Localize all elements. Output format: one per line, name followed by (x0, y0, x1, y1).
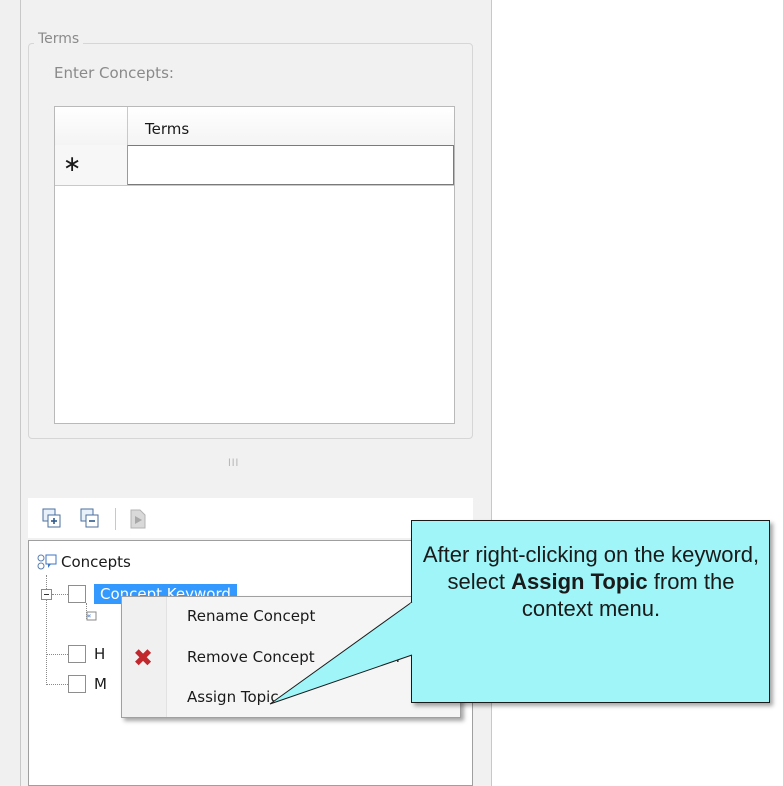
grid-corner-cell (55, 107, 128, 145)
splitter-grip[interactable]: lll (228, 458, 239, 469)
menu-item-label: Assign Topic (187, 688, 279, 706)
menu-item-shortcut: Del (375, 648, 400, 666)
page-icon[interactable] (128, 508, 148, 530)
tree-root[interactable]: Concepts (37, 553, 131, 571)
tree-item[interactable]: H (68, 645, 105, 663)
concept-checkbox[interactable] (68, 675, 86, 693)
menu-item-assign-topic[interactable]: Assign Topic (123, 682, 459, 712)
concepts-toolbar (28, 498, 473, 538)
context-menu: Rename Concept ✖ Remove Concept Del Assi… (121, 596, 461, 718)
menu-item-rename-concept[interactable]: Rename Concept (123, 601, 459, 631)
terms-column-header[interactable]: Terms (128, 107, 454, 147)
topic-link-icon: « (86, 611, 97, 621)
enter-concepts-label: Enter Concepts: (54, 64, 174, 82)
collapse-node-icon[interactable] (41, 589, 52, 600)
grid-new-row[interactable]: ∗ (55, 145, 454, 186)
tree-connector (52, 594, 68, 595)
menu-item-label: Remove Concept (187, 648, 315, 666)
concepts-icon (37, 554, 57, 570)
tree-connector (46, 654, 68, 655)
tree-item[interactable]: M (68, 675, 107, 693)
svg-text:«: « (87, 612, 91, 620)
tree-root-label: Concepts (61, 553, 131, 571)
menu-item-label: Rename Concept (187, 607, 316, 625)
terms-grid[interactable]: Terms ∗ (54, 106, 455, 424)
terms-group-label: Terms (34, 31, 84, 47)
red-x-icon: ✖ (133, 644, 154, 672)
callout-bold-text: Assign Topic (511, 569, 648, 594)
instruction-callout: After right-clicking on the keyword, sel… (411, 520, 770, 703)
term-input-cell[interactable] (128, 145, 454, 185)
tree-connector (46, 684, 68, 685)
expand-all-icon[interactable] (42, 508, 62, 530)
concept-checkbox[interactable] (68, 585, 86, 603)
tree-item-label: M (94, 675, 107, 693)
tree-item-label: H (94, 645, 106, 663)
toolbar-separator (115, 508, 116, 530)
new-row-marker: ∗ (55, 145, 128, 185)
callout-text: After right-clicking on the keyword, sel… (422, 541, 760, 622)
collapse-all-icon[interactable] (80, 508, 100, 530)
concept-checkbox[interactable] (68, 645, 86, 663)
menu-item-remove-concept[interactable]: ✖ Remove Concept Del (123, 642, 459, 672)
grid-header-row: Terms (55, 107, 454, 146)
